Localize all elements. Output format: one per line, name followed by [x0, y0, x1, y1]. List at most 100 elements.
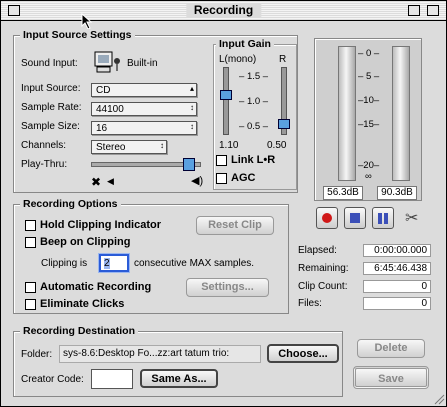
- collapse-box-icon[interactable]: [427, 5, 439, 16]
- stop-button[interactable]: [344, 207, 366, 229]
- meter-tick-label: ∞: [365, 171, 372, 182]
- hold-clipping-checkbox[interactable]: Hold Clipping Indicator: [25, 219, 161, 231]
- sample-rate-value: 44100: [96, 104, 124, 115]
- sound-input-value: Built-in: [127, 58, 158, 69]
- gain-left-slider[interactable]: [220, 67, 232, 135]
- sample-rate-label: Sample Rate:: [21, 102, 82, 113]
- resize-grip-icon[interactable]: [433, 393, 445, 405]
- popup-arrows-icon: ▴: [189, 84, 194, 93]
- close-box-icon[interactable]: [8, 5, 20, 16]
- stop-icon: [350, 213, 360, 223]
- agc-checkbox[interactable]: AGC: [216, 172, 255, 184]
- input-gain-title: Input Gain: [216, 38, 274, 50]
- clip-count-label: Clip Count:: [298, 281, 348, 292]
- settings-button[interactable]: Settings...: [186, 278, 269, 297]
- clipping-is-label: Clipping is: [41, 258, 88, 269]
- input-source-value: CD: [96, 85, 111, 96]
- automatic-recording-label: Automatic Recording: [40, 281, 152, 293]
- checkbox-box[interactable]: [25, 236, 36, 248]
- record-icon: [322, 213, 332, 223]
- save-button[interactable]: Save: [353, 366, 429, 389]
- speaker-low-icon: ◀: [107, 176, 114, 186]
- gain-right-slider-thumb[interactable]: [278, 119, 290, 129]
- recording-destination-title: Recording Destination: [20, 325, 139, 337]
- gain-right-value: 0.50: [267, 140, 287, 151]
- play-thru-label: Play-Thru:: [21, 159, 68, 170]
- title-bar[interactable]: Recording: [1, 1, 446, 21]
- beep-on-clipping-checkbox[interactable]: Beep on Clipping: [25, 236, 130, 248]
- recording-options-title: Recording Options: [20, 198, 121, 210]
- window-title: Recording: [185, 3, 262, 17]
- play-thru-slider[interactable]: [91, 158, 201, 171]
- meter-tick-label: – 0 –: [358, 48, 380, 59]
- checkbox-box[interactable]: [25, 281, 36, 293]
- pause-button[interactable]: [372, 207, 394, 229]
- checkbox-box[interactable]: [216, 172, 227, 184]
- creator-code-label: Creator Code:: [21, 374, 84, 385]
- play-thru-slider-thumb[interactable]: [183, 158, 196, 171]
- delete-button[interactable]: Delete: [357, 339, 425, 358]
- right-level-readout: 90.3dB: [377, 186, 417, 200]
- checkbox-box[interactable]: [25, 219, 36, 231]
- gain-tick-label: – 1.5 –: [239, 71, 269, 82]
- popup-arrows-icon: ↕: [160, 141, 164, 150]
- clipping-samples-input[interactable]: 2: [99, 254, 129, 272]
- choose-folder-button[interactable]: Choose...: [267, 344, 339, 363]
- input-source-popup[interactable]: CD ▴: [91, 83, 197, 97]
- record-button[interactable]: [316, 207, 338, 229]
- gain-tick-label: – 0.5 –: [239, 121, 269, 132]
- channels-value: Stereo: [96, 142, 126, 153]
- hold-clipping-label: Hold Clipping Indicator: [40, 219, 161, 231]
- creator-code-input[interactable]: [91, 369, 133, 389]
- left-level-readout: 56.3dB: [323, 186, 363, 200]
- recording-window: Recording Input Source Settings Sound In…: [0, 0, 447, 407]
- gain-left-slider-thumb[interactable]: [220, 90, 232, 100]
- meter-tick-label: –10–: [358, 95, 380, 106]
- beep-on-clipping-label: Beep on Clipping: [40, 236, 131, 248]
- built-in-mic-icon[interactable]: [93, 50, 123, 76]
- folder-path: sys-8.6:Desktop Fo...zz:art tatum trio:: [59, 345, 261, 363]
- scissors-icon[interactable]: ✂: [405, 208, 418, 228]
- gain-right-slider[interactable]: [278, 67, 290, 135]
- link-lr-checkbox[interactable]: Link L•R: [216, 154, 275, 166]
- sample-size-value: 16: [96, 123, 108, 134]
- folder-label: Folder:: [21, 349, 53, 360]
- popup-arrows-icon: ↕: [190, 122, 194, 131]
- eliminate-clicks-label: Eliminate Clicks: [40, 298, 125, 310]
- mouse-cursor-icon: [81, 13, 93, 30]
- gain-right-label: R: [279, 54, 287, 65]
- pause-icon: [378, 213, 382, 224]
- gain-tick-label: – 1.0 –: [239, 96, 269, 107]
- clipping-samples-value: 2: [104, 258, 110, 269]
- gain-left-label: L(mono): [219, 54, 257, 65]
- channels-popup[interactable]: Stereo ↕: [91, 140, 167, 154]
- files-value: 0: [363, 297, 431, 310]
- checkbox-box[interactable]: [25, 298, 36, 310]
- files-label: Files:: [298, 298, 322, 309]
- link-lr-label: Link L•R: [231, 154, 276, 166]
- gain-left-value: 1.10: [219, 140, 239, 151]
- sample-rate-popup[interactable]: 44100 ↕: [91, 102, 197, 116]
- sample-size-popup[interactable]: 16 ↕: [91, 121, 197, 135]
- agc-label: AGC: [231, 172, 256, 184]
- zoom-box-icon[interactable]: [408, 5, 420, 16]
- input-source-label: Input Source:: [21, 83, 81, 94]
- clipping-suffix-label: consecutive MAX samples.: [134, 258, 255, 269]
- checkbox-box[interactable]: [216, 154, 227, 166]
- input-source-group-title: Input Source Settings: [20, 29, 135, 41]
- same-as-button[interactable]: Same As...: [140, 369, 218, 388]
- mute-speaker-icon[interactable]: ✖: [91, 175, 101, 189]
- eliminate-clicks-checkbox[interactable]: Eliminate Clicks: [25, 298, 124, 310]
- remaining-value: 6:45:46.438: [363, 262, 431, 275]
- automatic-recording-checkbox[interactable]: Automatic Recording: [25, 281, 151, 293]
- meter-tick-label: –15–: [358, 119, 380, 130]
- reset-clip-button[interactable]: Reset Clip: [196, 216, 274, 235]
- right-level-meter: [392, 46, 410, 181]
- speaker-high-icon: ◀): [191, 175, 204, 187]
- pause-icon-bar: [384, 213, 388, 224]
- left-level-meter: [338, 46, 356, 181]
- meter-tick-label: –20–: [358, 160, 380, 171]
- meter-tick-label: – 5 –: [358, 71, 380, 82]
- elapsed-value: 0:00:00.000: [363, 244, 431, 257]
- remaining-label: Remaining:: [298, 263, 349, 274]
